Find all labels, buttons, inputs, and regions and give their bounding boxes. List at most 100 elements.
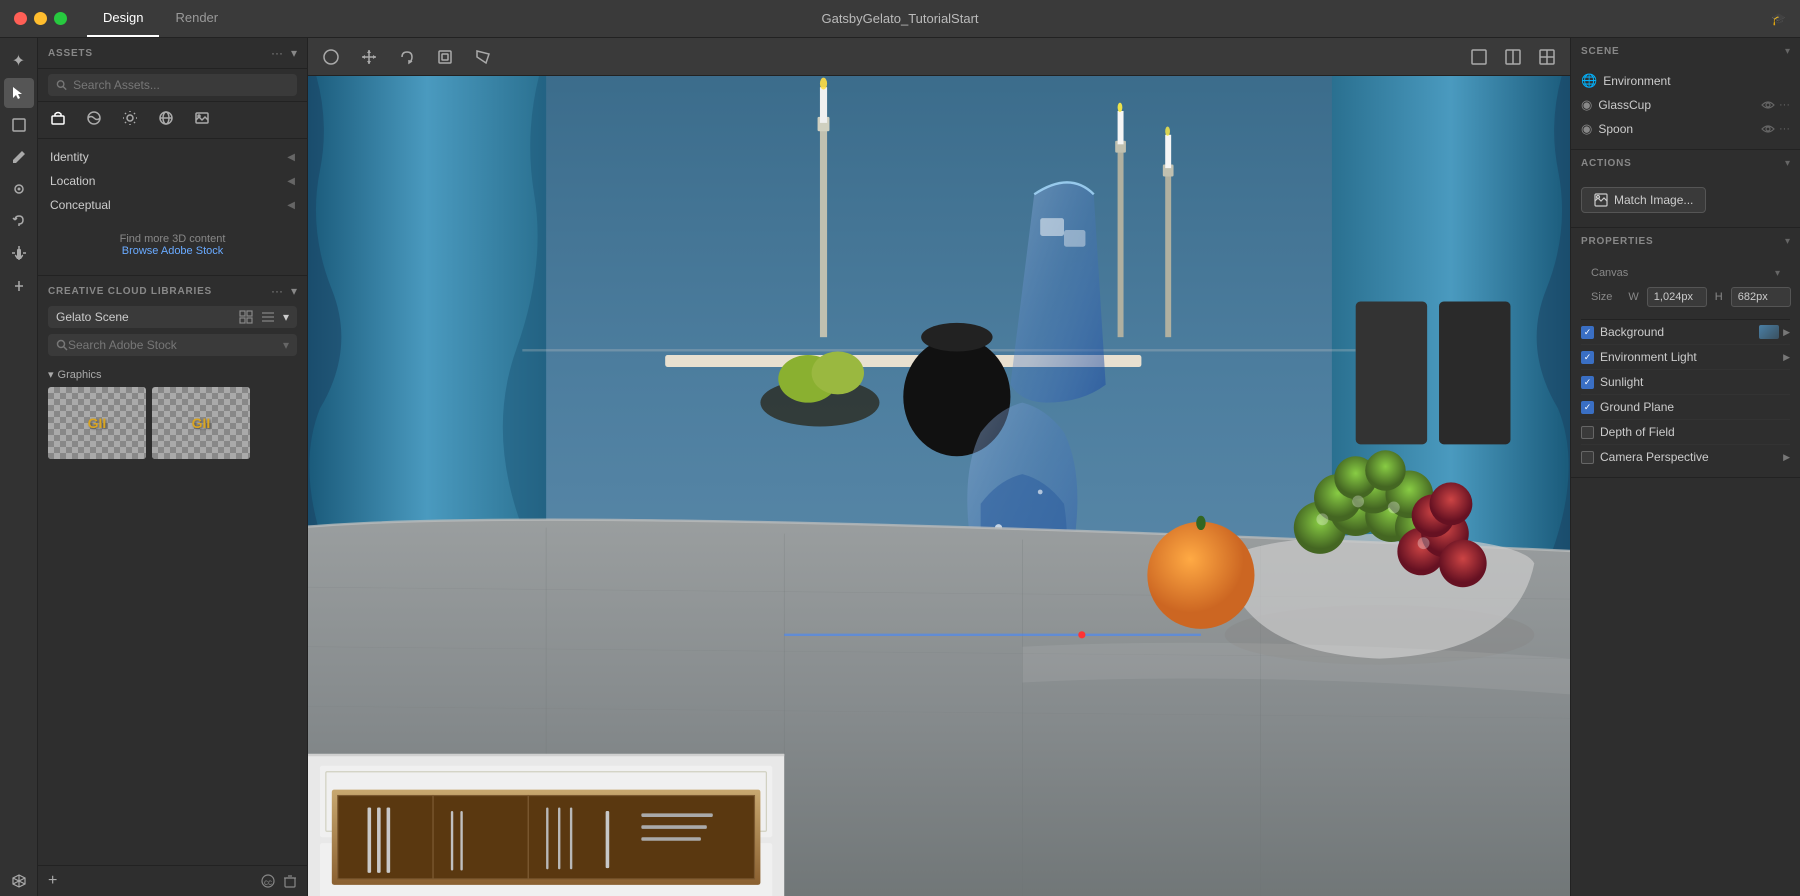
select-tool[interactable] xyxy=(4,78,34,108)
stock-search-icon xyxy=(56,339,68,351)
camera-arrow[interactable]: ▶ xyxy=(1783,452,1790,463)
conceptual-arrow: ◀ xyxy=(287,200,295,211)
assets-header: ASSETS ··· ▾ xyxy=(38,38,307,69)
kitchen-scene xyxy=(308,76,1570,896)
ground-plane-checkbox[interactable]: ✓ xyxy=(1581,401,1594,414)
spoon-more-icon[interactable]: ··· xyxy=(1779,123,1790,135)
graphics-title: ▾ Graphics xyxy=(48,368,297,381)
spoon-eye-icon[interactable] xyxy=(1761,122,1775,136)
list-view-icon[interactable] xyxy=(261,310,275,324)
assets-images-tab[interactable] xyxy=(192,108,212,132)
environment-icon: 🌐 xyxy=(1581,73,1597,89)
prop-depth-of-field[interactable]: Depth of Field xyxy=(1581,420,1790,445)
rotate-tool[interactable] xyxy=(394,44,420,70)
transform-tool[interactable] xyxy=(470,44,496,70)
prop-environment-light[interactable]: ✓ Environment Light ▶ xyxy=(1581,345,1790,370)
prop-sunlight[interactable]: ✓ Sunlight xyxy=(1581,370,1790,395)
env-light-arrow[interactable]: ▶ xyxy=(1783,352,1790,363)
scene-content: 🌐 Environment ◉ GlassCup ··· xyxy=(1571,65,1800,149)
height-input[interactable] xyxy=(1731,287,1791,307)
eyedropper-tool[interactable] xyxy=(4,174,34,204)
panel-bottom: + cc xyxy=(38,865,307,896)
panel-bottom-right-icons: cc xyxy=(261,874,297,888)
assets-environment-tab[interactable] xyxy=(156,108,176,132)
add-tool[interactable]: ✦ xyxy=(4,46,34,76)
grid-view-tool[interactable] xyxy=(1534,44,1560,70)
section-conceptual[interactable]: Conceptual ◀ xyxy=(48,193,297,217)
select-circle-tool[interactable] xyxy=(318,44,344,70)
thumbnails-row: GII GII xyxy=(48,387,297,459)
fullscreen-button[interactable] xyxy=(54,12,67,25)
find-more: Find more 3D content Browse Adobe Stock xyxy=(38,223,307,267)
scene-item-glasscup[interactable]: ◉ GlassCup ··· xyxy=(1581,93,1790,117)
trash-icon[interactable] xyxy=(283,874,297,888)
search-assets-input[interactable] xyxy=(73,78,289,92)
undo-tool[interactable] xyxy=(4,206,34,236)
scene-item-environment[interactable]: 🌐 Environment xyxy=(1581,69,1790,93)
move-tool[interactable] xyxy=(356,44,382,70)
draw-tool[interactable] xyxy=(4,142,34,172)
cc-controls: ··· ▾ xyxy=(271,284,297,298)
dof-checkbox[interactable] xyxy=(1581,426,1594,439)
window-title: GatsbyGelato_TutorialStart xyxy=(821,11,978,26)
scale-tool[interactable] xyxy=(432,44,458,70)
prop-background[interactable]: ✓ Background ▶ xyxy=(1581,320,1790,345)
background-thumb[interactable] xyxy=(1759,325,1779,339)
thumbnail-2[interactable]: GII xyxy=(152,387,250,459)
more-icon[interactable]: ··· xyxy=(271,46,283,60)
3d-tool[interactable] xyxy=(4,866,34,896)
prop-camera-perspective[interactable]: Camera Perspective ▶ xyxy=(1581,445,1790,469)
properties-header[interactable]: PROPERTIES ▾ xyxy=(1571,228,1800,255)
minimize-button[interactable] xyxy=(34,12,47,25)
env-light-checkbox[interactable]: ✓ xyxy=(1581,351,1594,364)
browse-stock-link[interactable]: Browse Adobe Stock xyxy=(122,245,224,257)
eye-icon[interactable] xyxy=(1761,98,1775,112)
canvas-view-tool[interactable] xyxy=(1466,44,1492,70)
ground-plane-label: Ground Plane xyxy=(1600,400,1674,414)
split-view-tool[interactable] xyxy=(1500,44,1526,70)
assets-lights-tab[interactable] xyxy=(120,108,140,132)
actions-header[interactable]: ACTIONS ▾ xyxy=(1571,150,1800,177)
background-checkbox[interactable]: ✓ xyxy=(1581,326,1594,339)
thumbnail-1[interactable]: GII xyxy=(48,387,146,459)
cc-icon[interactable]: cc xyxy=(261,874,275,888)
canvas-chevron-icon[interactable]: ▾ xyxy=(1775,268,1780,279)
width-input[interactable] xyxy=(1647,287,1707,307)
height-label: H xyxy=(1715,291,1723,303)
chevron-down-icon[interactable]: ▾ xyxy=(291,46,297,60)
sunlight-checkbox[interactable]: ✓ xyxy=(1581,376,1594,389)
match-image-button[interactable]: Match Image... xyxy=(1581,187,1706,213)
section-identity[interactable]: Identity ◀ xyxy=(48,145,297,169)
cc-more-icon[interactable]: ··· xyxy=(271,284,283,298)
scene-header[interactable]: SCENE ▾ xyxy=(1571,38,1800,65)
account-icon[interactable]: 🎓 xyxy=(1771,12,1786,26)
cc-chevron-icon[interactable]: ▾ xyxy=(291,284,297,298)
properties-content: Canvas ▾ Size W H xyxy=(1571,255,1800,477)
gelato-dropdown[interactable]: Gelato Scene ▾ xyxy=(48,306,297,328)
camera-checkbox[interactable] xyxy=(1581,451,1594,464)
prop-ground-plane[interactable]: ✓ Ground Plane xyxy=(1581,395,1790,420)
background-arrow[interactable]: ▶ xyxy=(1783,327,1790,338)
actions-chevron-icon: ▾ xyxy=(1785,158,1790,169)
glasscup-more-icon[interactable]: ··· xyxy=(1779,99,1790,111)
tab-render[interactable]: Render xyxy=(159,0,234,37)
tab-design[interactable]: Design xyxy=(87,0,159,37)
canvas-area[interactable] xyxy=(308,76,1570,896)
canvas-subsection: Canvas ▾ Size W H xyxy=(1581,259,1790,320)
search-box[interactable] xyxy=(48,74,297,96)
canvas-tool[interactable] xyxy=(4,110,34,140)
add-bottom-icon[interactable]: + xyxy=(48,872,57,890)
assets-materials-tab[interactable] xyxy=(84,108,104,132)
zoom-tool[interactable] xyxy=(4,270,34,300)
section-location[interactable]: Location ◀ xyxy=(48,169,297,193)
location-arrow: ◀ xyxy=(287,176,295,187)
grid-view-icon[interactable] xyxy=(239,310,253,324)
size-label: Size xyxy=(1591,291,1612,303)
assets-objects-tab[interactable] xyxy=(48,108,68,132)
close-button[interactable] xyxy=(14,12,27,25)
spoon-icon: ◉ xyxy=(1581,121,1592,137)
pan-tool[interactable] xyxy=(4,238,34,268)
title-bar: Design Render GatsbyGelato_TutorialStart… xyxy=(0,0,1800,38)
scene-item-spoon[interactable]: ◉ Spoon ··· xyxy=(1581,117,1790,141)
search-stock[interactable]: Search Adobe Stock ▾ xyxy=(48,334,297,356)
